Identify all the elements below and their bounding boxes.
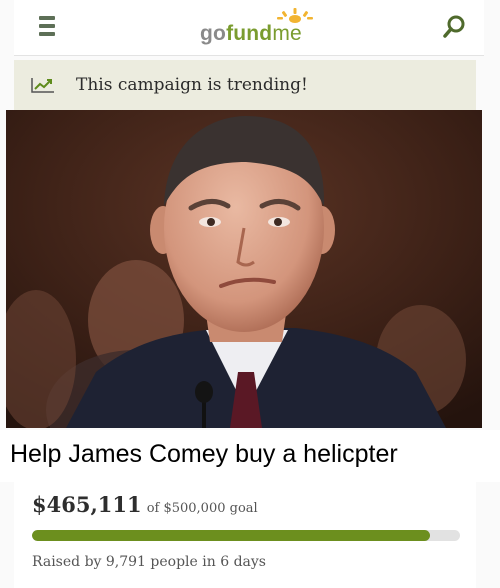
trending-text: This campaign is trending! [76,75,308,95]
campaign-photo-illustration [6,110,482,428]
campaign-page: gofundme This campaign is trending! Help… [0,0,500,588]
trending-chart-icon [31,78,54,93]
funding-panel: $465,111 of $500,000 goal Raised by 9,79… [14,482,476,588]
campaign-title: Help James Comey buy a helicpter [10,440,398,468]
goal-text: of $500,000 goal [146,501,258,516]
campaign-photo[interactable] [6,110,482,428]
raised-text: Raised by 9,791 people in 6 days [32,554,266,570]
menu-bar [39,32,55,36]
amount-line: $465,111 of $500,000 goal [32,492,258,517]
logo-part-me: me [272,22,302,45]
progress-bar [32,530,460,541]
menu-bar [39,24,55,28]
trending-banner: This campaign is trending! [14,60,476,110]
logo-part-go: go [200,22,227,45]
amount-raised: $465,111 [32,492,142,517]
header: gofundme [14,0,484,56]
progress-bar-fill [32,530,431,541]
search-icon[interactable] [442,14,468,40]
hamburger-menu-icon[interactable] [36,16,58,38]
logo-wordmark: gofundme [200,22,302,46]
logo-part-fund: fund [226,22,273,45]
menu-bar [39,16,55,20]
caption-banner: Help James Comey buy a helicpter [0,430,500,482]
